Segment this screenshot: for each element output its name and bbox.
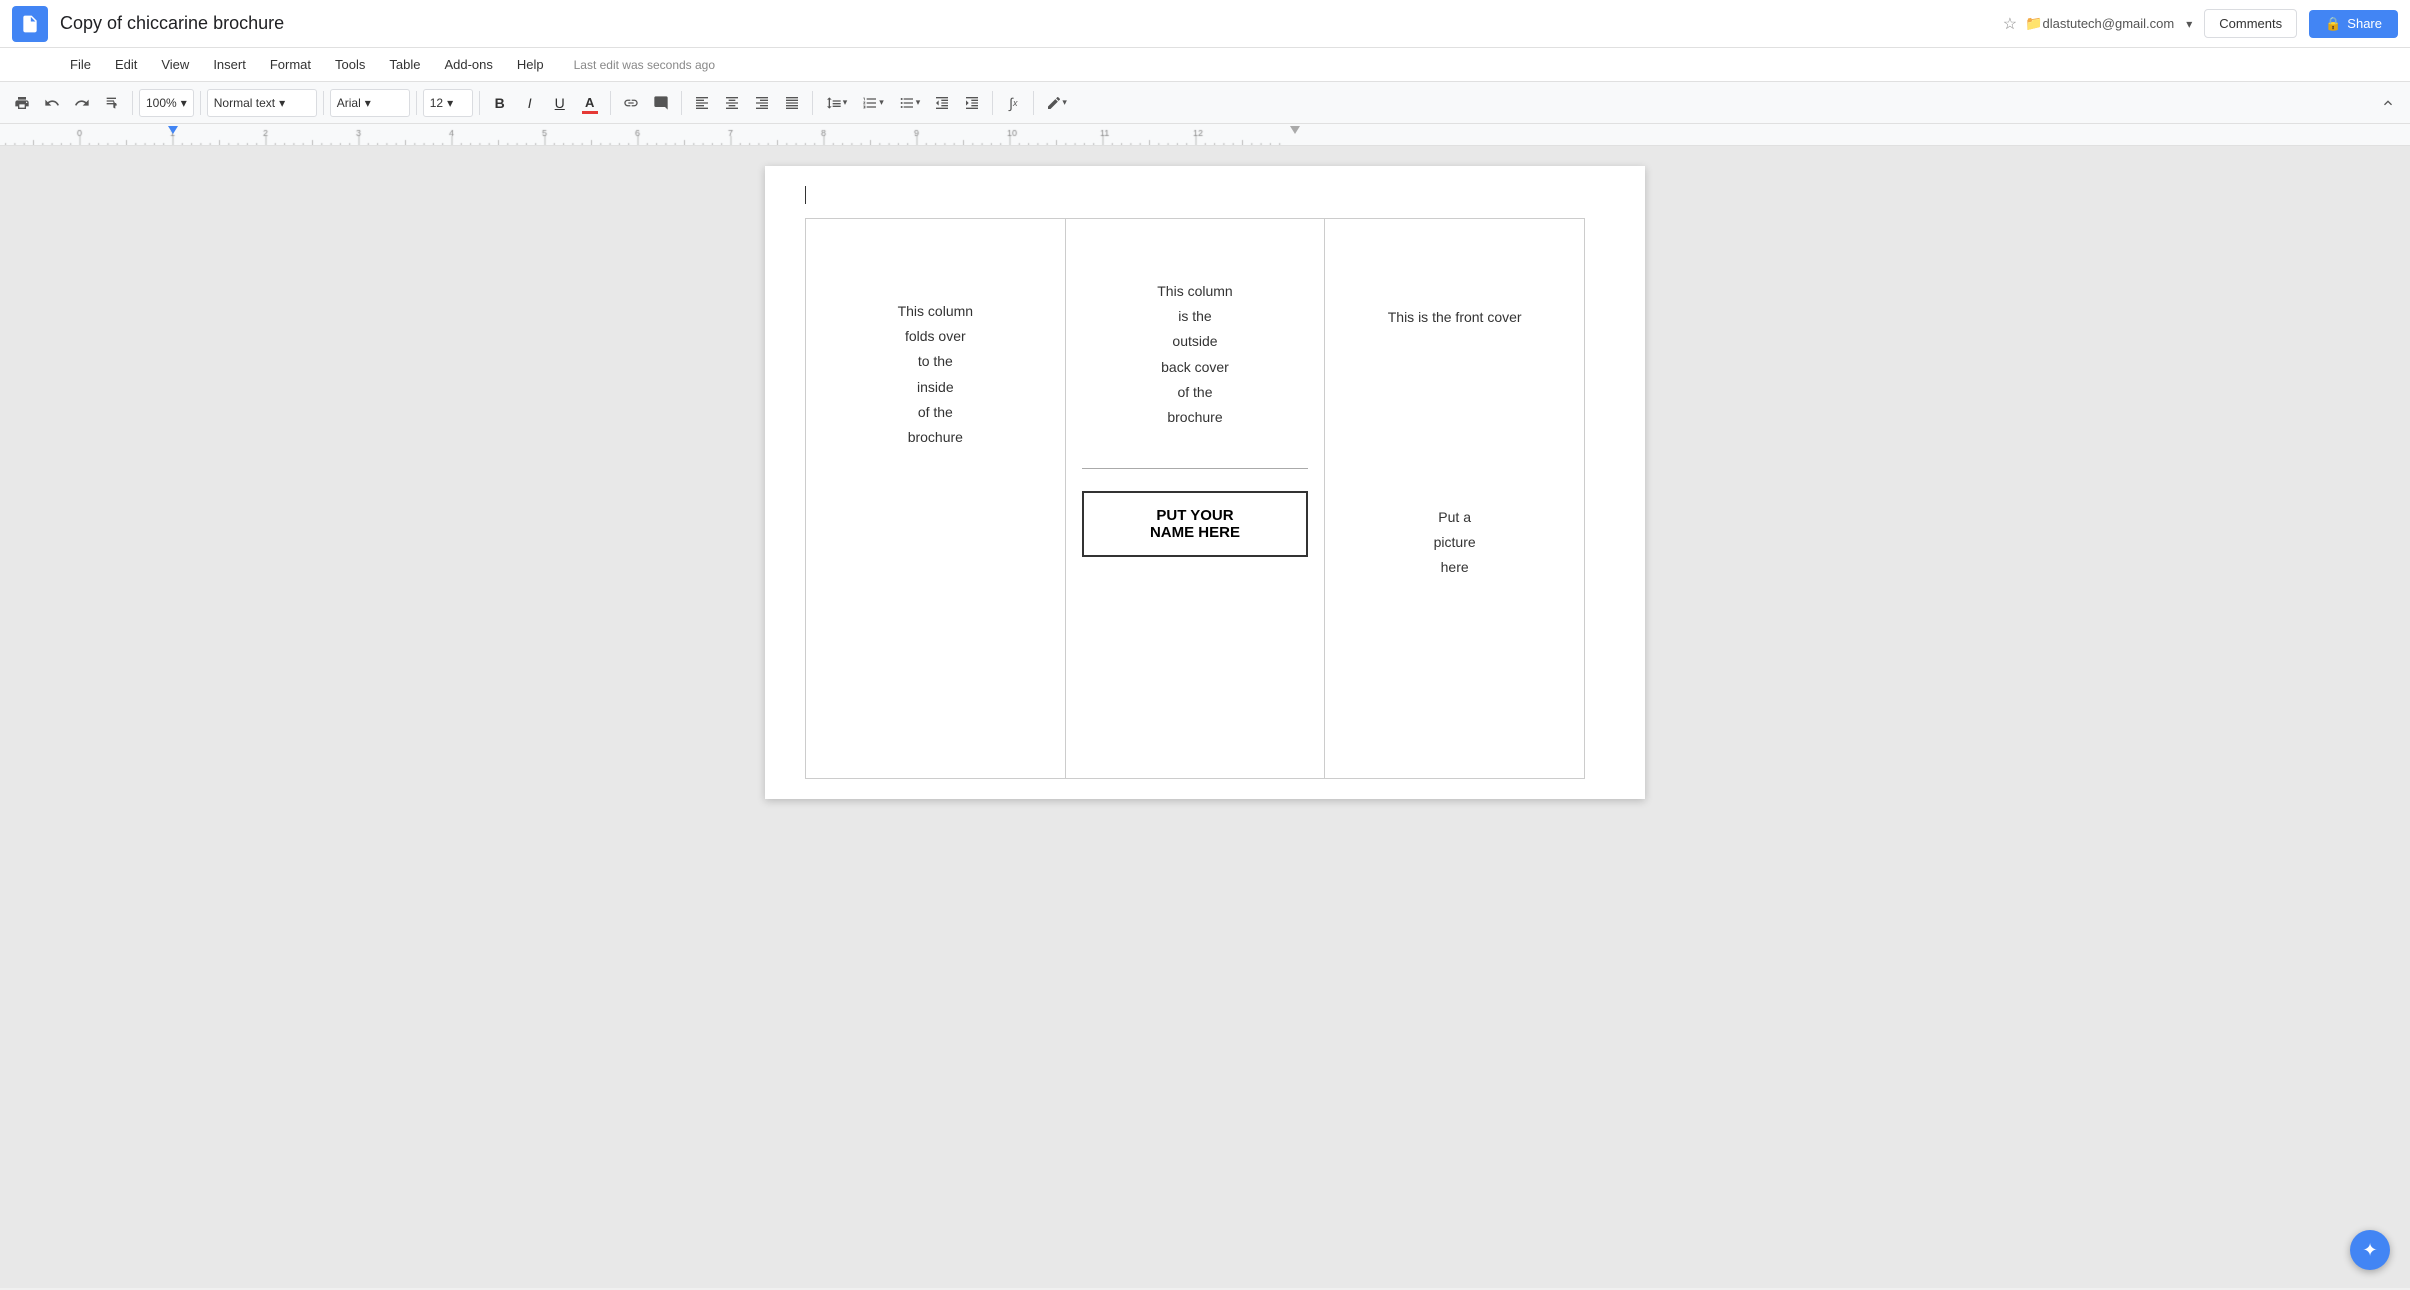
zoom-value: 100%	[146, 96, 177, 110]
divider-1	[132, 91, 133, 115]
style-value: Normal text	[214, 96, 275, 110]
table-cell-col2[interactable]: This columnis theoutsideback coverof the…	[1065, 219, 1325, 779]
style-selector[interactable]: Normal text ▾	[207, 89, 317, 117]
ruler-left-marker[interactable]	[168, 126, 178, 134]
menu-addons[interactable]: Add-ons	[434, 53, 502, 76]
picture-here-text: Put apicturehere	[1341, 505, 1568, 581]
text-color-button[interactable]: A	[576, 88, 604, 118]
cursor-area[interactable]	[805, 186, 1585, 206]
bulleted-list-button[interactable]: ▾	[892, 88, 927, 118]
numbered-list-button[interactable]: ▾	[855, 88, 890, 118]
ruler: window.addEventListener('load', function…	[0, 124, 2410, 146]
text-cursor	[805, 186, 806, 204]
user-email: dlastutech@gmail.com	[2043, 16, 2175, 31]
comments-button[interactable]: Comments	[2204, 9, 2297, 38]
menu-view[interactable]: View	[151, 53, 199, 76]
add-comment-button[interactable]	[647, 88, 675, 118]
share-button[interactable]: 🔒 Share	[2309, 10, 2398, 38]
divider-2	[200, 91, 201, 115]
paint-format-button[interactable]	[98, 88, 126, 118]
user-area: dlastutech@gmail.com ▾ Comments 🔒 Share	[2043, 9, 2398, 38]
col2-divider	[1082, 468, 1309, 469]
divider-5	[479, 91, 480, 115]
menu-bar: File Edit View Insert Format Tools Table…	[0, 48, 2410, 82]
style-dropdown-arrow: ▾	[279, 96, 285, 110]
share-label: Share	[2347, 16, 2382, 31]
underline-button[interactable]: U	[546, 88, 574, 118]
divider-6	[610, 91, 611, 115]
link-button[interactable]	[617, 88, 645, 118]
name-box[interactable]: PUT YOURNAME HERE	[1082, 491, 1309, 557]
menu-table[interactable]: Table	[379, 53, 430, 76]
redo-button[interactable]	[68, 88, 96, 118]
divider-10	[1033, 91, 1034, 115]
menu-format[interactable]: Format	[260, 53, 321, 76]
app-icon[interactable]	[12, 6, 48, 42]
divider-8	[812, 91, 813, 115]
print-button[interactable]	[8, 88, 36, 118]
front-cover-text: This is the front cover	[1341, 279, 1568, 325]
divider-7	[681, 91, 682, 115]
menu-file[interactable]: File	[60, 53, 101, 76]
font-size-value: 12	[430, 96, 443, 110]
table-cell-col1[interactable]: This columnfolds overto theinsideof theb…	[806, 219, 1066, 779]
increase-indent-button[interactable]	[958, 88, 986, 118]
align-left-button[interactable]	[688, 88, 716, 118]
zoom-dropdown-arrow: ▾	[181, 96, 187, 110]
smart-compose-icon: ✦	[2362, 1240, 2377, 1261]
italic-button[interactable]: I	[516, 88, 544, 118]
formula-button[interactable]: ∫x	[999, 88, 1027, 118]
col2-top-text: This columnis theoutsideback coverof the…	[1082, 239, 1309, 450]
font-value: Arial	[337, 96, 361, 110]
top-bar: Copy of chiccarine brochure ☆ 📁 dlastute…	[0, 0, 2410, 48]
undo-button[interactable]	[38, 88, 66, 118]
folder-icon[interactable]: 📁	[2025, 15, 2042, 32]
font-dropdown-arrow: ▾	[365, 96, 371, 110]
line-spacing-button[interactable]: ▾	[819, 88, 854, 118]
decrease-indent-button[interactable]	[928, 88, 956, 118]
menu-edit[interactable]: Edit	[105, 53, 147, 76]
menu-help[interactable]: Help	[507, 53, 554, 76]
doc-title[interactable]: Copy of chiccarine brochure	[60, 13, 1993, 34]
bold-button[interactable]: B	[486, 88, 514, 118]
menu-tools[interactable]: Tools	[325, 53, 375, 76]
align-center-button[interactable]	[718, 88, 746, 118]
page: This columnfolds overto theinsideof theb…	[765, 166, 1645, 799]
font-size-selector[interactable]: 12 ▾	[423, 89, 473, 117]
font-selector[interactable]: Arial ▾	[330, 89, 410, 117]
col1-text: This columnfolds overto theinsideof theb…	[822, 239, 1049, 450]
col3-content: This is the front cover Put apicturehere	[1341, 239, 1568, 581]
lock-icon: 🔒	[2325, 16, 2341, 32]
star-icon[interactable]: ☆	[2003, 14, 2017, 34]
col2-content: This columnis theoutsideback coverof the…	[1082, 239, 1309, 561]
user-dropdown-arrow[interactable]: ▾	[2186, 17, 2192, 31]
align-right-button[interactable]	[748, 88, 776, 118]
menu-insert[interactable]: Insert	[203, 53, 256, 76]
table-cell-col3[interactable]: This is the front cover Put apicturehere	[1325, 219, 1585, 779]
collapse-toolbar-button[interactable]	[2374, 88, 2402, 118]
brochure-table: This columnfolds overto theinsideof theb…	[805, 218, 1585, 779]
font-size-dropdown-arrow: ▾	[447, 96, 453, 110]
toolbar: 100% ▾ Normal text ▾ Arial ▾ 12 ▾ B I U …	[0, 82, 2410, 124]
last-edit-status: Last edit was seconds ago	[574, 58, 715, 72]
document-area: This columnfolds overto theinsideof theb…	[0, 146, 2410, 1288]
drawing-button[interactable]: ▾	[1040, 88, 1073, 118]
zoom-selector[interactable]: 100% ▾	[139, 89, 194, 117]
divider-3	[323, 91, 324, 115]
justify-button[interactable]	[778, 88, 806, 118]
divider-4	[416, 91, 417, 115]
ruler-right-marker[interactable]	[1290, 126, 1300, 134]
smart-compose-button[interactable]: ✦	[2350, 1230, 2390, 1270]
divider-9	[992, 91, 993, 115]
